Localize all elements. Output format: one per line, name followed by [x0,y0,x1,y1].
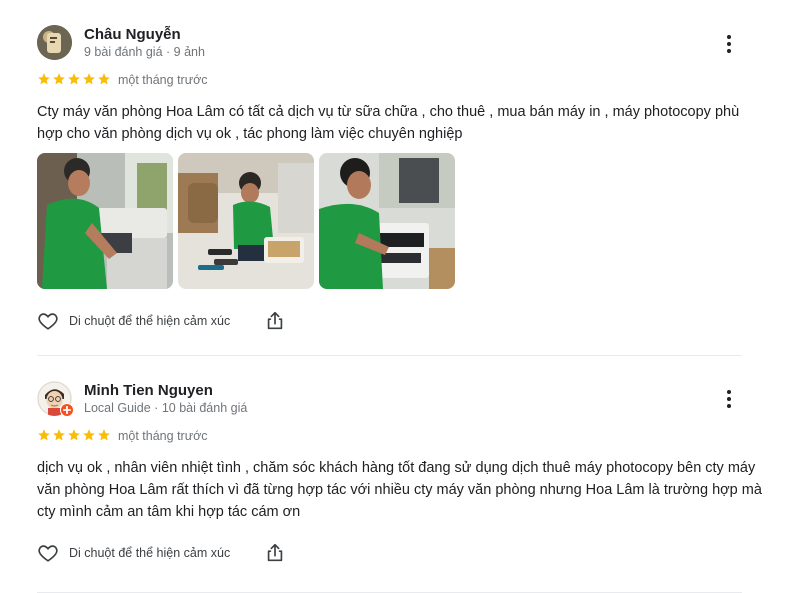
react-button[interactable]: Di chuột để thể hiện cảm xúc [37,310,230,332]
more-vert-icon [727,35,731,39]
share-icon[interactable] [264,542,286,564]
review-time: một tháng trước [118,429,208,443]
more-options-button[interactable] [718,388,740,410]
star-icon [68,73,80,85]
review-text: Cty máy văn phòng Hoa Lâm có tất cả dịch… [37,104,740,142]
review-actions: Di chuột để thể hiện cảm xúc [37,310,286,332]
share-icon[interactable] [264,310,286,332]
review-card: Châu Nguyễn 9 bài đánh giá · 9 ảnh một t… [0,0,800,356]
rating-stars [37,428,111,442]
reviewer-avatar[interactable] [37,25,72,60]
star-icon [38,73,50,85]
reviewer-name[interactable]: Minh Tien Nguyen [84,382,213,399]
star-icon [83,429,95,441]
reviewer-meta: 9 bài đánh giá · 9 ảnh [84,45,205,59]
review-photos [37,153,455,289]
star-icon [53,429,65,441]
react-label: Di chuột để thể hiện cảm xúc [69,314,231,328]
star-icon [98,73,110,85]
reviewer-meta: Local Guide · 10 bài đánh giá [84,401,248,415]
star-icon [83,73,95,85]
react-button[interactable]: Di chuột để thể hiện cảm xúc [37,542,230,564]
review-text: dịch vụ ok , nhân viên nhiệt tình , chăm… [37,460,762,520]
heart-outline-icon [38,313,58,330]
review-time: một tháng trước [118,73,208,87]
review-card: Minh Tien Nguyen Local Guide · 10 bài đá… [0,356,800,593]
review-actions: Di chuột để thể hiện cảm xúc [37,542,286,564]
more-options-button[interactable] [718,33,740,55]
reviewer-name[interactable]: Châu Nguyễn [84,26,181,43]
star-icon [68,429,80,441]
star-icon [98,429,110,441]
review-photo[interactable] [319,153,455,289]
rating-stars [37,72,111,86]
heart-outline-icon [38,545,58,562]
review-photo[interactable] [37,153,173,289]
more-vert-icon [727,390,731,394]
review-photo[interactable] [178,153,314,289]
local-guide-badge-icon [60,403,74,417]
react-label: Di chuột để thể hiện cảm xúc [69,546,231,560]
star-icon [38,429,50,441]
reviewer-avatar[interactable] [37,381,74,417]
star-icon [53,73,65,85]
